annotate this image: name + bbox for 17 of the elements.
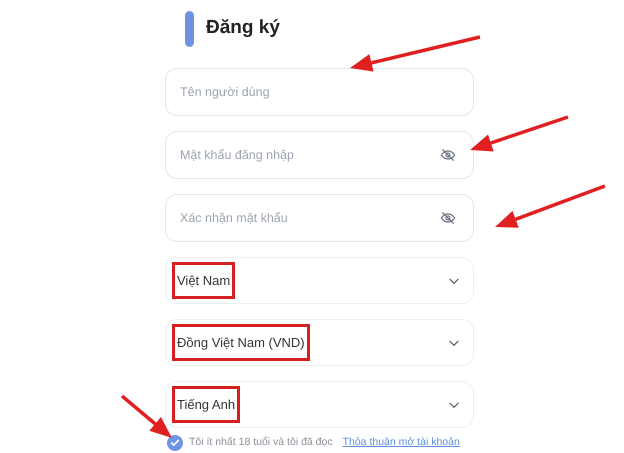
select-value: Tiếng Anh xyxy=(172,386,240,424)
eye-off-icon[interactable] xyxy=(440,210,456,226)
select-dropdown[interactable]: Đồng Việt Nam (VND) xyxy=(165,319,474,366)
input-field[interactable]: Tên người dùng xyxy=(165,68,474,116)
input-field[interactable]: Xác nhận mật khẩu xyxy=(165,194,474,242)
check-icon xyxy=(170,438,180,448)
checkbox[interactable] xyxy=(167,435,183,451)
select-dropdown[interactable]: Việt Nam xyxy=(165,257,474,304)
page-title: Đăng ký xyxy=(206,16,280,40)
agreement-text: Tôi ít nhất 18 tuổi và tôi đã đọc xyxy=(189,435,333,450)
title-accent-bar xyxy=(185,10,194,46)
annotation-arrow xyxy=(120,394,172,438)
select-dropdown[interactable]: Tiếng Anh xyxy=(165,381,474,428)
select-value: Việt Nam xyxy=(172,262,236,300)
eye-off-icon[interactable] xyxy=(440,147,456,163)
select-value: Đồng Việt Nam (VND) xyxy=(172,324,310,362)
input-field[interactable]: Mật khẩu đăng nhập xyxy=(165,131,474,179)
